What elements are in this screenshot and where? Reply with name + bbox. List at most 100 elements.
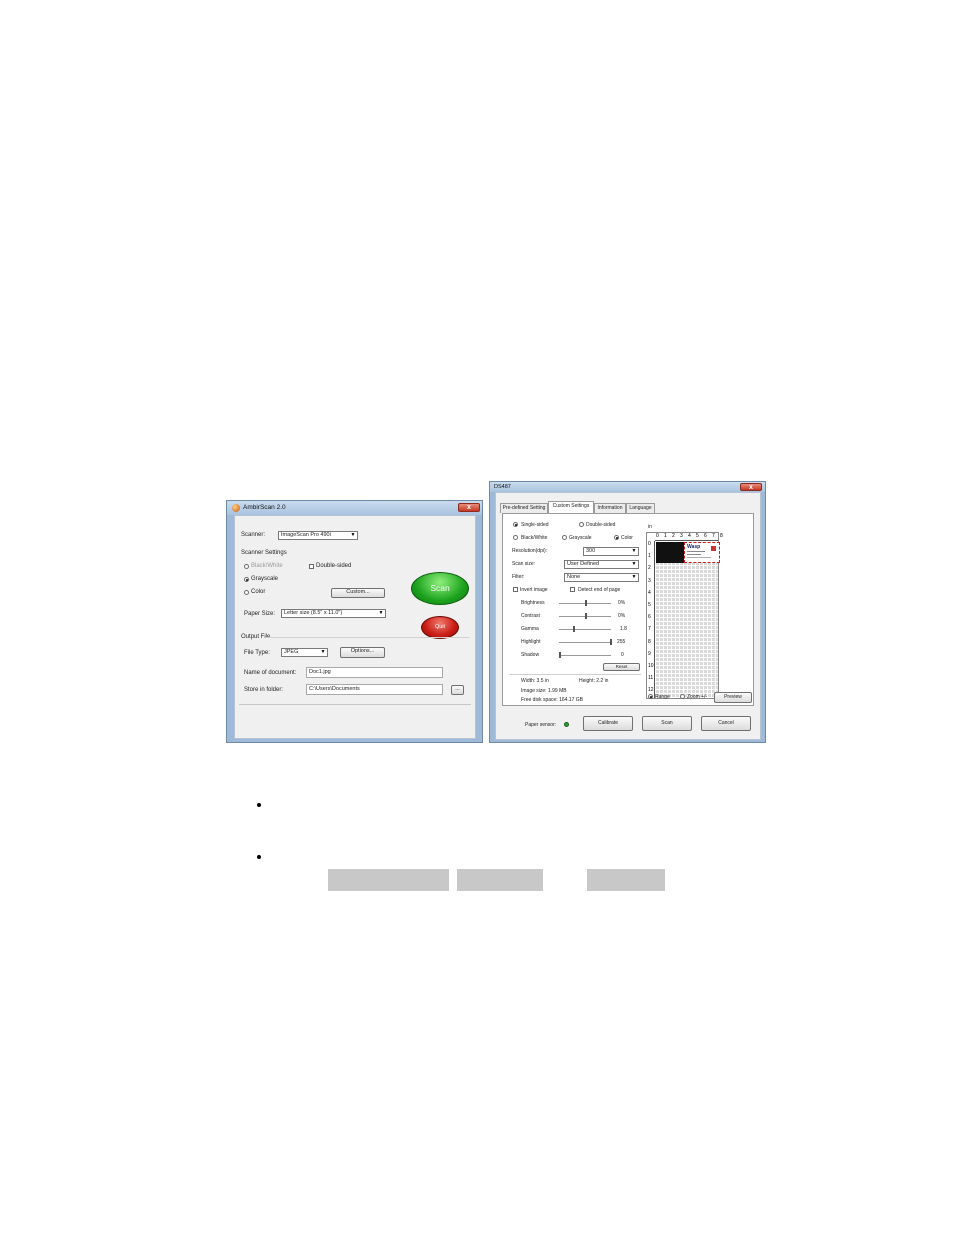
single-sided-radio[interactable] [513,522,518,527]
preview-button[interactable]: Preview [714,692,752,703]
bw-radio[interactable] [244,564,249,569]
ruler-top-tick-label: 2 [672,533,675,539]
output-file-divider [266,637,469,638]
highlight-value: 255 [617,639,626,645]
ruler-unit-label: in [648,524,652,530]
gamma-value: 1.8 [620,626,627,632]
grayscale-label: Grayscale [251,576,279,582]
reset-button[interactable]: Reset [603,663,640,671]
ruler-top-tick-label: 6 [704,533,707,539]
custom-settings-panel: Single-sided Double-sided Black/White Gr… [502,513,754,706]
bw-radio[interactable] [513,535,518,540]
contrast-slider-thumb[interactable] [585,613,587,619]
range-radio[interactable] [648,694,653,699]
chevron-down-icon: ▼ [320,649,326,655]
resolution-select[interactable]: 300 ▼ [583,547,639,556]
custom-button[interactable]: Custom... [331,588,385,598]
ruler-top-tick-label: 1 [664,533,667,539]
brightness-slider-thumb[interactable] [585,600,587,606]
card-logo-icon [711,546,716,551]
file-type-label: File Type: [244,650,270,656]
invert-image-checkbox[interactable] [513,587,518,592]
file-type-select[interactable]: JPEG ▼ [281,648,328,657]
zoom-radio[interactable] [680,694,685,699]
paper-size-select[interactable]: Letter size (8.5" x 11.0") ▼ [281,609,386,618]
detect-end-checkbox[interactable] [570,587,575,592]
close-button[interactable]: x [740,483,762,491]
double-sided-radio[interactable] [579,522,584,527]
highlight-slider[interactable] [559,642,611,644]
paper-sensor-indicator-icon [564,722,569,727]
ruler-top-tick-label: 8 [720,533,723,539]
bottom-divider [239,704,471,705]
ruler-left-tick-label: 6 [648,614,651,621]
double-sided-label: Double-sided [316,563,352,569]
scan-preview-area[interactable]: 012345678 0 1 2 3 4 5 6 7 8 9 10 11 12 Wasp [646,532,723,699]
gamma-slider[interactable] [559,629,611,631]
redacted-bar [587,869,665,891]
ruler-top: 012345678 [655,533,723,541]
filter-select[interactable]: None ▼ [564,573,639,582]
quit-button[interactable]: Quit [421,616,459,639]
resolution-label: Resolution(dpi): [512,548,548,554]
redacted-bar [328,869,449,891]
doc-name-label: Name of document: [244,670,297,676]
scan-button[interactable]: Scan [642,716,692,731]
double-sided-checkbox[interactable] [309,564,314,569]
scanner-settings-label: Scanner Settings [241,550,287,556]
scanner-select[interactable]: ImageScan Pro 490i ▼ [278,531,358,540]
options-button[interactable]: Options... [340,647,385,658]
gamma-slider-thumb[interactable] [573,626,575,632]
close-button[interactable]: x [458,503,480,512]
scan-size-value: User Defined [567,561,600,567]
folder-label: Store in folder: [244,687,284,693]
contrast-label: Contrast [521,613,540,619]
paper-size-label: Paper Size: [244,611,276,617]
ambirscan-titlebar[interactable]: AmbirScan 2.0 x [227,501,482,515]
app-logo-icon [232,504,240,512]
grayscale-radio[interactable] [562,535,567,540]
browse-button[interactable]: ... [451,685,464,695]
grayscale-label: Grayscale [569,535,592,541]
preview-grid [655,541,718,698]
chevron-down-icon: ▼ [631,561,637,567]
double-sided-label: Double-sided [586,522,616,528]
contrast-value: 0% [618,613,626,619]
range-label: Range [655,694,670,700]
brightness-label: Brightness [521,600,545,606]
grayscale-radio[interactable] [244,577,249,582]
chevron-down-icon: ▼ [631,574,637,580]
tab-predefined-setting[interactable]: Pre-defined Setting [500,503,548,513]
ruler-top-tick-label: 3 [680,533,683,539]
scan-size-label: Scan size: [512,561,536,567]
single-sided-label: Single-sided [521,522,549,528]
cancel-button[interactable]: Cancel [701,716,751,731]
redacted-bar [457,869,543,891]
calibrate-button[interactable]: Calibrate [583,716,633,731]
shadow-slider[interactable] [559,655,611,657]
folder-input[interactable]: C:\Users\Documents [306,684,443,695]
tab-custom-settings[interactable]: Custom Settings [548,501,594,513]
ds487-titlebar[interactable]: DS487 x [490,482,765,492]
doc-name-input[interactable]: Doc1.jpg [306,667,443,678]
paper-size-value: Letter size (8.5" x 11.0") [284,610,343,616]
highlight-slider-thumb[interactable] [610,639,612,645]
shadow-slider-thumb[interactable] [559,652,561,658]
color-radio[interactable] [614,535,619,540]
scan-size-select[interactable]: User Defined ▼ [564,560,639,569]
tab-information[interactable]: Information [594,503,626,513]
card-line [687,551,705,552]
tab-language[interactable]: Language [626,503,655,513]
free-disk-info: Free disk space: 164.17 GB [521,697,583,703]
color-radio[interactable] [244,590,249,595]
ruler-left-tick-label: 1 [648,553,651,560]
ruler-left-tick-label: 4 [648,589,651,596]
ruler-top-tick-label: 5 [696,533,699,539]
brightness-value: 0% [618,600,626,606]
ruler-left-tick-label: 0 [648,541,651,547]
height-info: Height: 2.2 in [579,678,609,684]
scanner-select-value: ImageScan Pro 490i [281,532,331,538]
paper-sensor-label: Paper sensor: [525,722,557,728]
bullet-point [257,803,261,807]
scan-button[interactable]: Scan [411,572,469,605]
